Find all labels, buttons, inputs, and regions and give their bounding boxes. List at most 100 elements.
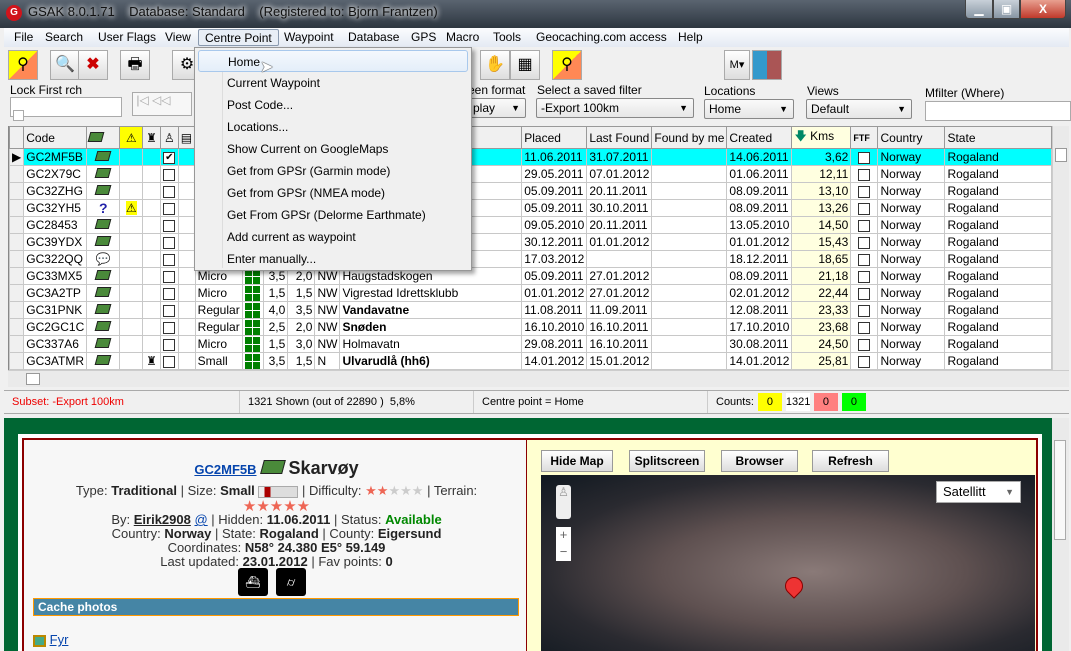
saved-filter-select[interactable]: -Export 100km ▼ [536, 98, 694, 118]
found-checkbox[interactable] [163, 270, 176, 283]
table-row[interactable]: GC337A6 Micro 1,5 3,0 NW Holmavatn 29.08.2011 1… [9, 335, 1052, 353]
found-checkbox[interactable] [163, 355, 176, 368]
menu-item-home[interactable]: Home [198, 50, 468, 72]
row-indicator[interactable] [9, 165, 25, 183]
col-country[interactable]: Country [877, 126, 946, 149]
cache-code-link[interactable]: GC2MF5B [194, 462, 256, 477]
table-row[interactable]: GC31PNK Regular 4,0 3,5 NW Vandavatne 11.08.20… [9, 301, 1052, 319]
menu-view[interactable]: View [159, 29, 197, 46]
found-checkbox[interactable] [163, 321, 176, 334]
col-found-by-me[interactable]: Found by me [651, 126, 728, 149]
ftf-checkbox[interactable] [858, 304, 871, 317]
menu-item-get-from-gpsr-delorme-earthmate[interactable]: Get From GPSr (Delorme Earthmate) [198, 204, 468, 226]
zoom-out-button[interactable]: − [556, 544, 571, 561]
ftf-checkbox[interactable] [858, 287, 871, 300]
minimize-button[interactable]: ▁ [965, 0, 993, 19]
col-warning[interactable]: ⚠ [119, 126, 144, 149]
table-row[interactable]: GC32ZHG 05.09.2011 20.11.2011 08.09.2011 13,… [9, 182, 1052, 200]
found-checkbox[interactable] [163, 236, 176, 249]
scroll-thumb[interactable] [26, 373, 40, 385]
found-checkbox[interactable] [163, 304, 176, 317]
found-checkbox[interactable] [163, 185, 176, 198]
col-code[interactable]: Code [23, 126, 88, 149]
col-ftf[interactable]: FTF [850, 126, 879, 149]
ftf-checkbox[interactable] [858, 355, 871, 368]
found-checkbox[interactable]: ✔ [163, 151, 176, 164]
col-state[interactable]: State [944, 126, 1052, 149]
table-row[interactable]: GC2X79C 29.05.2011 07.01.2012 01.06.2011 12,… [9, 165, 1052, 183]
clear-filter-icon[interactable]: ✖ [78, 50, 108, 80]
menu-item-post-code[interactable]: Post Code... [198, 94, 468, 116]
menu-tools[interactable]: Tools [487, 29, 527, 46]
menu-search[interactable]: Search [39, 29, 89, 46]
col-notes[interactable]: ▤ [177, 126, 196, 149]
menu-user-flags[interactable]: User Flags [92, 29, 162, 46]
scroll-thumb[interactable] [1054, 440, 1066, 540]
photo-item[interactable]: Fyr [33, 632, 68, 647]
menu-database[interactable]: Database [342, 29, 405, 46]
grid-vertical-scrollbar[interactable] [1052, 126, 1069, 370]
row-indicator[interactable] [9, 301, 25, 319]
row-indicator[interactable] [9, 250, 25, 268]
table-row[interactable]: GC3A2TP Micro 1,5 1,5 NW Vigrestad Idrettsklu… [9, 284, 1052, 302]
menu-gps[interactable]: GPS [405, 29, 442, 46]
grid-horizontal-scrollbar[interactable] [8, 370, 1069, 387]
col-placed[interactable]: Placed [521, 126, 588, 149]
ftf-checkbox[interactable] [858, 270, 871, 283]
menu-file[interactable]: File [8, 29, 39, 46]
ftf-checkbox[interactable] [858, 236, 871, 249]
screen-format-select[interactable]: play ▼ [468, 98, 526, 118]
splitscreen-button[interactable]: Splitscreen [629, 450, 705, 472]
ftf-checkbox[interactable] [858, 185, 871, 198]
street-view-pegman-icon[interactable]: ♙ [556, 485, 571, 519]
browser-button[interactable]: Browser [721, 450, 798, 472]
search-icon[interactable]: 🔍 [50, 50, 80, 80]
row-indicator[interactable] [9, 267, 25, 285]
print-icon[interactable]: 🖶 [120, 50, 150, 80]
menu-geocaching-com-access[interactable]: Geocaching.com access [530, 29, 673, 46]
ftf-checkbox[interactable] [858, 151, 871, 164]
owner-link[interactable]: Eirik2908 [134, 512, 191, 527]
ftf-checkbox[interactable] [858, 321, 871, 334]
filter2-icon[interactable]: ⚲ [552, 50, 582, 80]
row-indicator[interactable] [9, 233, 25, 251]
col-kms[interactable]: 🡇 Kms [791, 126, 852, 149]
found-checkbox[interactable] [163, 287, 176, 300]
grid-icon[interactable]: ▦ [510, 50, 540, 80]
ftf-checkbox[interactable] [858, 219, 871, 232]
table-row[interactable]: GC39YDX 30.12.2011 01.01.2012 01.01.2012 15,… [9, 233, 1052, 251]
found-checkbox[interactable] [163, 202, 176, 215]
refresh-button[interactable]: Refresh [812, 450, 889, 472]
close-button[interactable]: X [1020, 0, 1066, 19]
menu-item-show-current-on-googlemaps[interactable]: Show Current on GoogleMaps [198, 138, 468, 160]
menu-item-add-current-as-waypoint[interactable]: Add current as waypoint [198, 226, 468, 248]
menu-item-current-waypoint[interactable]: Current Waypoint [198, 72, 468, 94]
col-found[interactable]: ♙ [159, 126, 179, 149]
lock-input[interactable] [10, 97, 122, 117]
menu-centre-point[interactable]: Centre Point [198, 29, 279, 46]
row-indicator[interactable] [9, 199, 25, 217]
menu-help[interactable]: Help [672, 29, 709, 46]
menu-waypoint[interactable]: Waypoint [278, 29, 340, 46]
maximize-button[interactable]: ▣ [993, 0, 1020, 19]
menu-item-locations[interactable]: Locations... [198, 116, 468, 138]
found-checkbox[interactable] [163, 253, 176, 266]
col-last-found[interactable]: Last Found [586, 126, 653, 149]
filter-icon[interactable]: ⚲ [8, 50, 38, 80]
row-indicator[interactable]: ▶ [9, 148, 25, 166]
owner-email-link[interactable]: @ [194, 512, 207, 527]
table-row[interactable]: ▶ GC2MF5B ✔ 11.06.2011 31.07.2011 14.06.2011 3… [9, 148, 1052, 166]
row-indicator[interactable] [9, 352, 25, 370]
found-checkbox[interactable] [163, 219, 176, 232]
col-created[interactable]: Created [726, 126, 793, 149]
mfilter-input[interactable] [925, 101, 1071, 121]
zoom-in-button[interactable]: + [556, 527, 571, 544]
table-row[interactable]: GC3ATMR ♜ Small 3,5 1,5 N Ulvarudlå (hh6) 14.01… [9, 352, 1052, 370]
menu-item-get-from-gpsr-garmin-mode[interactable]: Get from GPSr (Garmin mode) [198, 160, 468, 182]
lock-checkbox[interactable] [13, 110, 24, 121]
col-type[interactable] [86, 126, 121, 149]
table-row[interactable]: GC33MX5 Micro 3,5 2,0 NW Haugstadskogen 05.09.… [9, 267, 1052, 285]
table-row[interactable]: GC32YH5? ⚠ 05.09.2011 30.10.2011 08.09.2011 1… [9, 199, 1052, 217]
hand-icon[interactable]: ✋ [480, 50, 510, 80]
ftf-checkbox[interactable] [858, 253, 871, 266]
